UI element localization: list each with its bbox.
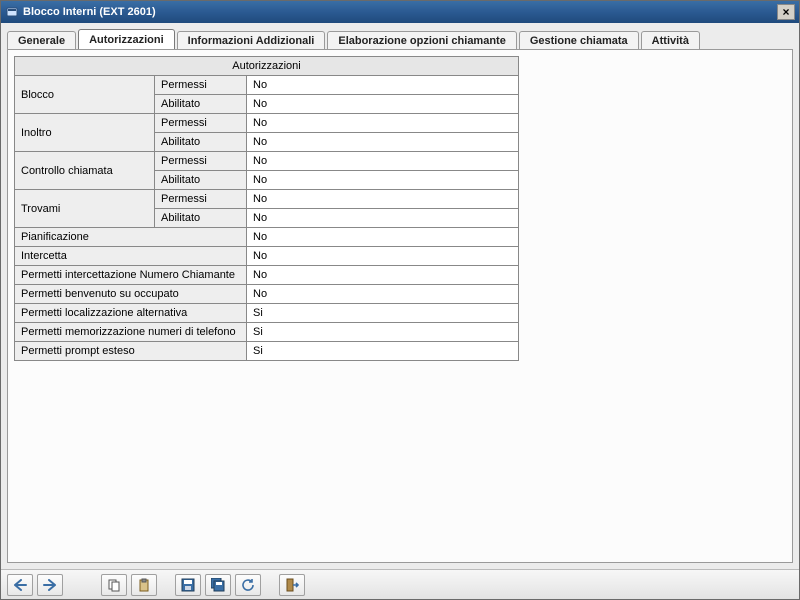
row-label: Abilitato [155,171,247,190]
tab-gestione-chiamata[interactable]: Gestione chiamata [519,31,639,50]
arrow-right-icon [43,579,57,591]
row-value[interactable]: No [247,95,519,114]
row-label: Permessi [155,76,247,95]
save-button[interactable] [175,574,201,596]
save-all-button[interactable] [205,574,231,596]
table-row: Permetti memorizzazione numeri di telefo… [15,323,519,342]
row-value[interactable]: Si [247,304,519,323]
group-label: Inoltro [15,114,155,152]
tab-generale[interactable]: Generale [7,31,76,50]
row-label: Abilitato [155,209,247,228]
tab-strip: Generale Autorizzazioni Informazioni Add… [1,23,799,49]
row-label: Permetti intercettazione Numero Chiamant… [15,266,247,285]
tab-label: Attività [652,35,689,47]
prev-button[interactable] [7,574,33,596]
row-label: Permessi [155,114,247,133]
arrow-left-icon [13,579,27,591]
row-label: Pianificazione [15,228,247,247]
table-row: Permetti benvenuto su occupato No [15,285,519,304]
tab-informazioni-addizionali[interactable]: Informazioni Addizionali [177,31,326,50]
row-label: Permetti benvenuto su occupato [15,285,247,304]
row-value[interactable]: No [247,76,519,95]
row-label: Abilitato [155,95,247,114]
row-value[interactable]: No [247,247,519,266]
table-row: Intercetta No [15,247,519,266]
tab-autorizzazioni[interactable]: Autorizzazioni [78,29,175,49]
tab-attivita[interactable]: Attività [641,31,700,50]
row-label: Permetti memorizzazione numeri di telefo… [15,323,247,342]
row-value[interactable]: No [247,171,519,190]
row-value[interactable]: No [247,114,519,133]
table-row: Permetti intercettazione Numero Chiamant… [15,266,519,285]
tab-elaborazione-opzioni-chiamante[interactable]: Elaborazione opzioni chiamante [327,31,516,50]
tab-label: Gestione chiamata [530,35,628,47]
paste-button[interactable] [131,574,157,596]
row-label: Permessi [155,190,247,209]
toolbar [1,569,799,599]
close-button[interactable]: × [777,4,795,20]
table-row: Inoltro Permessi No [15,114,519,133]
exit-button[interactable] [279,574,305,596]
refresh-icon [241,578,255,592]
floppy-icon [181,578,195,592]
group-label: Blocco [15,76,155,114]
copy-icon [107,578,121,592]
table-row: Trovami Permessi No [15,190,519,209]
row-value[interactable]: Si [247,323,519,342]
row-label: Permessi [155,152,247,171]
table-row: Permetti localizzazione alternativa Si [15,304,519,323]
next-button[interactable] [37,574,63,596]
refresh-button[interactable] [235,574,261,596]
window-title: Blocco Interni (EXT 2601) [23,6,156,18]
copy-button[interactable] [101,574,127,596]
clipboard-icon [137,578,151,592]
row-value[interactable]: No [247,285,519,304]
row-value[interactable]: Si [247,342,519,361]
table-row: Controllo chiamata Permessi No [15,152,519,171]
row-label: Intercetta [15,247,247,266]
tab-label: Generale [18,35,65,47]
tab-label: Elaborazione opzioni chiamante [338,35,505,47]
row-value[interactable]: No [247,266,519,285]
floppy-multi-icon [211,578,225,592]
row-value[interactable]: No [247,228,519,247]
row-label: Permetti prompt esteso [15,342,247,361]
tab-label: Autorizzazioni [89,34,164,46]
row-value[interactable]: No [247,209,519,228]
group-label: Trovami [15,190,155,228]
door-exit-icon [285,578,299,592]
row-value[interactable]: No [247,133,519,152]
table-row: Pianificazione No [15,228,519,247]
tab-panel: Autorizzazioni Blocco Permessi No Abilit… [7,49,793,563]
table-header: Autorizzazioni [15,57,519,76]
auth-table: Autorizzazioni Blocco Permessi No Abilit… [14,56,519,361]
table-row: Blocco Permessi No [15,76,519,95]
title-bar: Blocco Interni (EXT 2601) × [1,1,799,23]
tab-label: Informazioni Addizionali [188,35,315,47]
row-value[interactable]: No [247,190,519,209]
row-value[interactable]: No [247,152,519,171]
table-row: Permetti prompt esteso Si [15,342,519,361]
row-label: Abilitato [155,133,247,152]
row-label: Permetti localizzazione alternativa [15,304,247,323]
group-label: Controllo chiamata [15,152,155,190]
app-icon [5,5,19,19]
